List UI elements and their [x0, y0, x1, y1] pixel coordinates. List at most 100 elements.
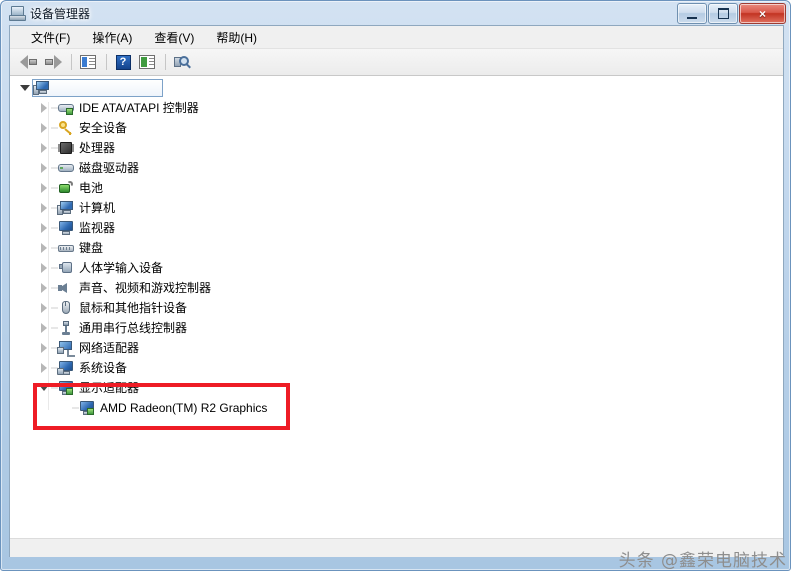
forward-button[interactable]: [42, 51, 64, 73]
mouse-icon: [58, 300, 74, 316]
chevron-right-icon[interactable]: [37, 241, 51, 255]
chevron-right-icon[interactable]: [37, 101, 51, 115]
client-area: 文件(F) 操作(A) 查看(V) 帮助(H) ? IDE ATA/ATAPI …: [9, 25, 784, 557]
root-expander-icon[interactable]: [18, 81, 32, 95]
display-adapter-icon: [79, 400, 95, 416]
toolbar-separator: [106, 54, 107, 70]
chevron-right-icon[interactable]: [37, 201, 51, 215]
chevron-right-icon[interactable]: [37, 121, 51, 135]
device-manager-window: 设备管理器 × 文件(F) 操作(A) 查看(V) 帮助(H) ? IDE AT…: [0, 0, 791, 571]
tree-connector-icon: [51, 121, 58, 135]
tree-item-usb-controllers[interactable]: 通用串行总线控制器: [10, 318, 783, 338]
update-driver-button[interactable]: [136, 51, 158, 73]
keyboard-icon: [58, 240, 74, 256]
tree-item-label: 处理器: [79, 141, 116, 155]
tree-item-network-adapters[interactable]: 网络适配器: [10, 338, 783, 358]
chevron-right-icon[interactable]: [37, 221, 51, 235]
close-button[interactable]: ×: [739, 3, 786, 24]
disk-drive-icon: [58, 160, 74, 176]
chevron-right-icon[interactable]: [37, 341, 51, 355]
tree-root-row[interactable]: [10, 78, 783, 98]
chevron-right-icon[interactable]: [37, 361, 51, 375]
tree-connector-icon: [51, 221, 58, 235]
arrow-left-icon: [20, 55, 38, 69]
tree-connector-icon: [51, 241, 58, 255]
device-tree: IDE ATA/ATAPI 控制器 安全设备 处理器 磁盘驱动器 电池 计算机 …: [10, 76, 783, 418]
device-manager-icon: [9, 5, 26, 21]
tree-item-monitors[interactable]: 监视器: [10, 218, 783, 238]
device-tree-panel[interactable]: IDE ATA/ATAPI 控制器 安全设备 处理器 磁盘驱动器 电池 计算机 …: [10, 75, 783, 539]
tree-item-keyboards[interactable]: 键盘: [10, 238, 783, 258]
scan-hardware-button[interactable]: [171, 51, 193, 73]
tree-connector-icon: [51, 261, 58, 275]
tree-item-system-devices[interactable]: 系统设备: [10, 358, 783, 378]
menu-help[interactable]: 帮助(H): [205, 26, 268, 49]
tree-item-sound-video-game[interactable]: 声音、视频和游戏控制器: [10, 278, 783, 298]
minimize-icon: [687, 17, 697, 19]
tree-item-computer[interactable]: 计算机: [10, 198, 783, 218]
tree-item-battery[interactable]: 电池: [10, 178, 783, 198]
arrow-right-icon: [44, 55, 62, 69]
tree-item-processor[interactable]: 处理器: [10, 138, 783, 158]
chevron-right-icon[interactable]: [37, 261, 51, 275]
chevron-down-icon[interactable]: [37, 381, 51, 395]
window-controls: ×: [676, 3, 786, 24]
tree-item-mice[interactable]: 鼠标和其他指针设备: [10, 298, 783, 318]
tree-item-label: 网络适配器: [79, 341, 140, 355]
tree-item-label: 鼠标和其他指针设备: [79, 301, 188, 315]
menu-file[interactable]: 文件(F): [20, 26, 81, 49]
hid-icon: [58, 260, 74, 276]
chevron-right-icon[interactable]: [37, 161, 51, 175]
toolbar-separator: [71, 54, 72, 70]
tree-item-label: 电池: [79, 181, 104, 195]
sound-icon: [58, 280, 74, 296]
computer-icon: [33, 80, 50, 96]
chevron-right-icon[interactable]: [37, 281, 51, 295]
tree-item-label: 安全设备: [79, 121, 128, 135]
ide-controller-icon: [58, 100, 74, 116]
toolbar: ?: [10, 49, 783, 76]
tree-connector-icon: [51, 141, 58, 155]
tree-connector-icon: [51, 161, 58, 175]
tree-item-disk-drives[interactable]: 磁盘驱动器: [10, 158, 783, 178]
properties-button[interactable]: [77, 51, 99, 73]
window-title: 设备管理器: [30, 6, 91, 21]
tree-connector-icon: [51, 301, 58, 315]
help-button[interactable]: ?: [112, 51, 134, 73]
menu-view[interactable]: 查看(V): [143, 26, 205, 49]
tree-item-security-device[interactable]: 安全设备: [10, 118, 783, 138]
minimize-button[interactable]: [677, 3, 707, 24]
close-icon: ×: [758, 6, 766, 21]
tree-item-label: 显示适配器: [79, 381, 140, 395]
menu-action[interactable]: 操作(A): [81, 26, 143, 49]
chevron-right-icon[interactable]: [37, 301, 51, 315]
tree-item-hid[interactable]: 人体学输入设备: [10, 258, 783, 278]
tree-item-label: IDE ATA/ATAPI 控制器: [79, 101, 199, 115]
network-adapter-icon: [57, 340, 75, 357]
maximize-button[interactable]: [708, 3, 738, 24]
help-icon: ?: [115, 54, 131, 70]
system-device-icon: [57, 360, 74, 376]
tree-item-label: AMD Radeon(TM) R2 Graphics: [100, 401, 268, 415]
tree-item-ide-controller[interactable]: IDE ATA/ATAPI 控制器: [10, 98, 783, 118]
tree-item-label: 键盘: [79, 241, 104, 255]
properties-icon: [80, 55, 96, 69]
tree-item-display-adapters[interactable]: 显示适配器: [10, 378, 783, 398]
chevron-right-icon[interactable]: [37, 321, 51, 335]
tree-item-amd-radeon-r2-graphics[interactable]: AMD Radeon(TM) R2 Graphics: [10, 398, 783, 418]
chevron-right-icon[interactable]: [37, 181, 51, 195]
maximize-icon: [718, 8, 729, 19]
tree-item-label: 声音、视频和游戏控制器: [79, 281, 212, 295]
tree-item-label: 人体学输入设备: [79, 261, 164, 275]
display-adapter-icon: [58, 380, 74, 396]
tree-connector-icon: [51, 381, 58, 395]
chevron-right-icon[interactable]: [37, 141, 51, 155]
computer-icon: [57, 200, 74, 216]
back-button[interactable]: [18, 51, 40, 73]
toolbar-separator: [165, 54, 166, 70]
tree-connector-icon: [51, 101, 58, 115]
update-driver-icon: [139, 55, 155, 69]
tree-connector-icon: [51, 281, 58, 295]
title-bar[interactable]: 设备管理器 ×: [1, 1, 790, 25]
root-name-input[interactable]: [32, 79, 163, 97]
